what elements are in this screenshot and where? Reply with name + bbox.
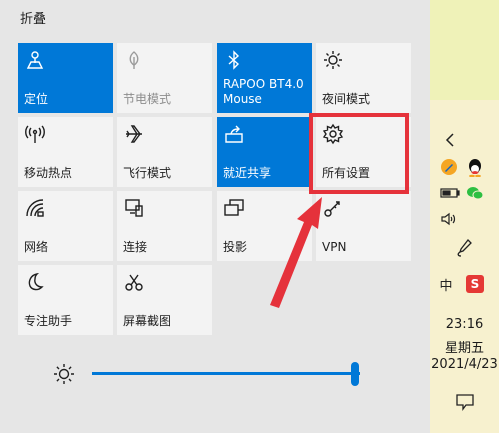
clock-day[interactable]: 星期五 <box>430 337 499 356</box>
tile-label: 连接 <box>123 240 148 254</box>
collapse-link[interactable]: 折叠 <box>20 8 46 27</box>
ime-icon[interactable]: 中 <box>438 275 454 294</box>
tile-label: 屏幕截图 <box>123 314 172 328</box>
vpn-icon <box>322 197 344 219</box>
tile-label: 就近共享 <box>223 166 272 180</box>
tile-project[interactable]: 投影 <box>217 191 312 261</box>
tile-location[interactable]: 定位 <box>18 43 113 113</box>
tile-label: 夜间模式 <box>322 92 371 106</box>
brightness-slider-thumb[interactable] <box>351 362 359 386</box>
connect-icon <box>123 197 145 219</box>
battery-saver-icon <box>123 49 145 71</box>
clock-date[interactable]: 2021/4/23 <box>430 357 499 372</box>
tile-battery-saver[interactable]: 节电模式 <box>117 43 212 113</box>
tile-label: 定位 <box>24 92 49 106</box>
volume-icon[interactable] <box>440 212 458 226</box>
clock-time[interactable]: 23:16 <box>430 317 499 332</box>
brightness-slider-track[interactable] <box>92 372 360 375</box>
settings-gear-icon <box>322 123 344 145</box>
tile-label: 飞行模式 <box>123 166 172 180</box>
taskbar-top-area <box>430 0 499 100</box>
action-center-panel: 折叠 定位 节电模式 RAPOO BT4.0 Mouse 夜间模式 移动热点 飞… <box>0 0 430 433</box>
screen-snip-icon <box>123 271 145 293</box>
tile-label: 移动热点 <box>24 166 73 180</box>
tile-label: VPN <box>322 240 347 254</box>
mobile-hotspot-icon <box>24 123 46 145</box>
tile-vpn[interactable]: VPN <box>316 191 411 261</box>
focus-assist-icon <box>24 271 46 293</box>
tile-label: 网络 <box>24 240 49 254</box>
network-icon <box>24 197 46 219</box>
tile-label: RAPOO BT4.0 Mouse <box>223 77 304 106</box>
tile-night-light[interactable]: 夜间模式 <box>316 43 411 113</box>
brightness-icon <box>54 364 74 384</box>
battery-icon[interactable] <box>440 187 460 199</box>
tile-label: 所有设置 <box>322 166 371 180</box>
tile-network[interactable]: 网络 <box>18 191 113 261</box>
tile-airplane-mode[interactable]: 飞行模式 <box>117 117 212 187</box>
bluetooth-icon <box>223 49 245 71</box>
chevron-left-icon[interactable] <box>444 132 456 148</box>
wps-icon[interactable]: S <box>466 275 484 293</box>
wechat-icon[interactable] <box>466 185 484 201</box>
tile-nearby-share[interactable]: 就近共享 <box>217 117 312 187</box>
taskbar: 中 S 23:16 星期五 2021/4/23 <box>430 0 499 433</box>
location-icon <box>24 49 46 71</box>
tile-label: 投影 <box>223 240 248 254</box>
night-light-icon <box>322 49 344 71</box>
pencil-app-icon[interactable] <box>440 158 458 176</box>
qq-icon[interactable] <box>466 157 484 177</box>
tile-label: 专注助手 <box>24 314 73 328</box>
action-center-button[interactable] <box>430 385 499 421</box>
tile-all-settings[interactable]: 所有设置 <box>316 117 411 187</box>
tile-bluetooth[interactable]: RAPOO BT4.0 Mouse <box>217 43 312 113</box>
nearby-share-icon <box>223 123 245 145</box>
tile-screen-snip[interactable]: 屏幕截图 <box>117 265 212 335</box>
tile-label: 节电模式 <box>123 92 172 106</box>
tile-mobile-hotspot[interactable]: 移动热点 <box>18 117 113 187</box>
project-icon <box>223 197 245 219</box>
tile-connect[interactable]: 连接 <box>117 191 212 261</box>
pen-icon[interactable] <box>454 238 474 258</box>
airplane-icon <box>123 123 145 145</box>
tile-focus-assist[interactable]: 专注助手 <box>18 265 113 335</box>
notification-icon <box>456 394 474 411</box>
